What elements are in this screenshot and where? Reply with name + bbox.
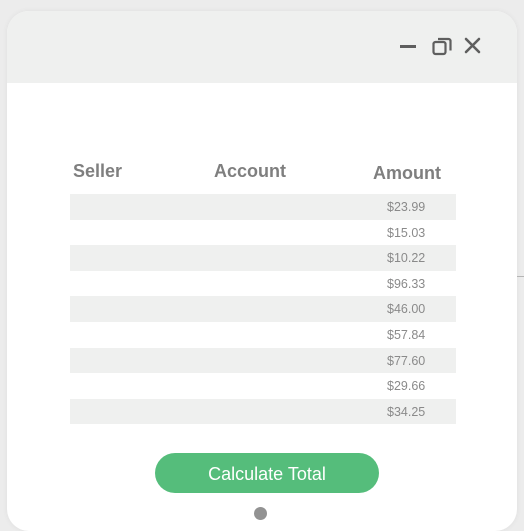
calculate-total-button[interactable]: Calculate Total <box>155 453 379 493</box>
amount-cell: $29.66 <box>387 379 426 394</box>
amount-cell: $46.00 <box>387 302 426 317</box>
amount-cell: $96.33 <box>387 276 426 291</box>
amount-cell: $57.84 <box>387 327 426 342</box>
restore-button[interactable] <box>431 35 453 57</box>
amount-cell: $34.25 <box>387 404 426 419</box>
app-window: Seller Account Amount $23.99 $15.03 $10.… <box>7 11 517 531</box>
column-header-seller: Seller <box>73 161 123 181</box>
table-row: $96.33 <box>70 271 456 297</box>
minimize-icon <box>400 45 416 48</box>
amount-cell: $15.03 <box>387 225 426 240</box>
table-row: $57.84 <box>70 322 456 348</box>
table-row: $23.99 <box>70 194 456 220</box>
table-row: $77.60 <box>70 347 456 374</box>
table-row: $15.03 <box>70 220 456 246</box>
background-divider <box>517 276 524 277</box>
amount-cell: $23.99 <box>387 200 426 214</box>
close-button[interactable] <box>462 35 484 57</box>
close-icon <box>464 37 481 54</box>
minimize-button[interactable] <box>398 35 420 57</box>
amount-cell: $10.22 <box>387 251 426 266</box>
table-row: $29.66 <box>70 373 456 399</box>
table-row: $46.00 <box>70 296 456 322</box>
transactions-table: $23.99 $15.03 $10.22 $96.33 $46.00 $57.8… <box>70 194 456 425</box>
table-row: $34.25 <box>70 398 456 425</box>
status-dot <box>254 507 267 520</box>
amount-cell: $77.60 <box>387 353 426 368</box>
restore-icon <box>432 37 452 56</box>
column-header-account: Account <box>214 161 286 181</box>
column-header-amount: Amount <box>373 163 441 183</box>
title-bar <box>7 11 517 83</box>
table-row: $10.22 <box>70 245 456 271</box>
